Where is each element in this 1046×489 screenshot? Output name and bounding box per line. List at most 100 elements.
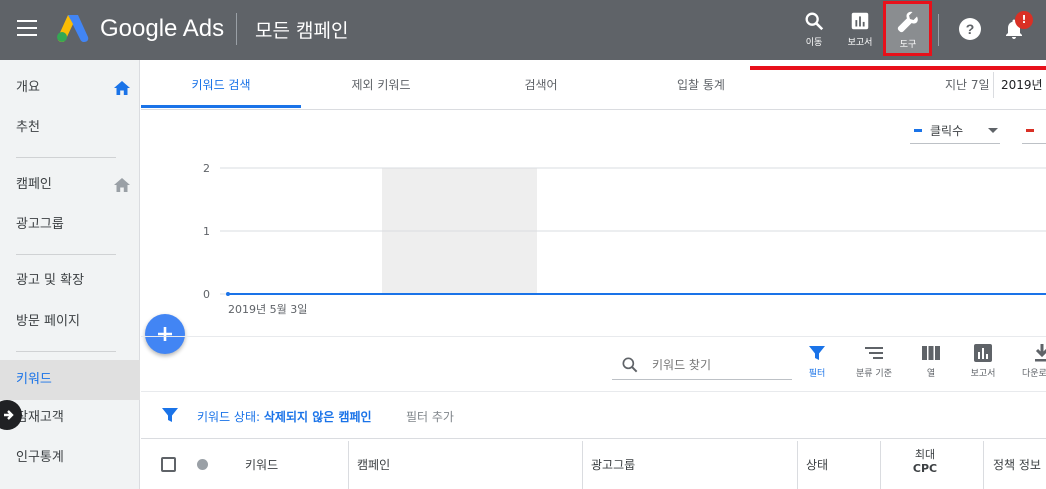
column-header-max-cpc-line2: CPC bbox=[912, 462, 938, 475]
filter-label: 필터 bbox=[808, 369, 826, 379]
column-header-max-cpc[interactable]: 최대 CPC bbox=[880, 448, 970, 476]
column-header-ad-group[interactable]: 광고그룹 bbox=[591, 441, 635, 489]
tab-auction-insights[interactable]: 입찰 통계 bbox=[621, 60, 781, 108]
sidebar-item-overview[interactable]: 개요 bbox=[0, 69, 140, 107]
chevron-right-icon bbox=[4, 410, 14, 420]
add-filter-button[interactable]: 필터 추가 bbox=[406, 408, 454, 425]
sidebar-item-label: 추천 bbox=[16, 120, 40, 135]
report-icon bbox=[974, 344, 992, 362]
tab-search-terms[interactable]: 검색어 bbox=[461, 60, 621, 108]
column-divider bbox=[348, 441, 349, 489]
home-icon bbox=[114, 81, 130, 95]
help-icon[interactable]: ? bbox=[958, 17, 982, 41]
date-divider bbox=[993, 72, 994, 98]
date-range-selector[interactable]: 2019년 bbox=[1001, 76, 1043, 93]
caret-down-icon bbox=[988, 128, 998, 133]
sidebar-item-label: 광고그룹 bbox=[16, 217, 64, 232]
column-header-max-cpc-line1: 최대 bbox=[914, 448, 936, 461]
y-tick-label: 2 bbox=[203, 162, 210, 175]
filter-prefix: 키워드 상태: bbox=[197, 410, 264, 424]
sidebar-item-label: 방문 페이지 bbox=[16, 314, 80, 329]
sidebar-item-keywords[interactable]: 키워드 bbox=[0, 360, 140, 400]
select-all-checkbox[interactable] bbox=[161, 457, 176, 472]
active-filter-chip[interactable]: 키워드 상태: 삭제되지 않은 캠페인 bbox=[197, 408, 372, 425]
column-divider bbox=[983, 441, 984, 489]
filter-icon bbox=[162, 408, 178, 422]
download-button[interactable]: 다운로 bbox=[1014, 344, 1046, 388]
sidebar-item-label: 광고 및 확장 bbox=[16, 273, 85, 288]
tab-keyword-search[interactable]: 키워드 검색 bbox=[141, 60, 301, 108]
sidebar-item-ad-groups[interactable]: 광고그룹 bbox=[0, 206, 140, 244]
reports-button[interactable]: 보고서 bbox=[838, 8, 882, 54]
series-color-swatch bbox=[1026, 129, 1034, 132]
columns-label: 열 bbox=[926, 369, 936, 379]
keyword-search-input[interactable] bbox=[652, 354, 782, 376]
sidebar-divider bbox=[16, 157, 116, 158]
date-range-label: 지난 7일 bbox=[945, 78, 990, 92]
column-divider bbox=[582, 441, 583, 489]
column-header-keyword[interactable]: 키워드 bbox=[245, 441, 278, 489]
bar-chart-icon bbox=[851, 12, 869, 30]
download-icon bbox=[1035, 344, 1046, 362]
tools-button[interactable]: 도구 bbox=[886, 8, 930, 54]
download-label: 다운로 bbox=[1022, 369, 1046, 379]
sidebar-item-label: 캠페인 bbox=[16, 177, 52, 192]
column-header-policy[interactable]: 정책 정보 bbox=[993, 441, 1041, 489]
sidebar-divider bbox=[16, 351, 116, 352]
home-icon bbox=[114, 178, 130, 192]
columns-button[interactable]: 열 bbox=[906, 344, 956, 388]
top-app-bar: Google Ads 모든 캠페인 이동 보고서 도구 ? ! bbox=[0, 0, 1046, 60]
wrench-icon bbox=[897, 11, 918, 33]
sidebar-item-landing-pages[interactable]: 방문 페이지 bbox=[0, 303, 140, 341]
go-to-button[interactable]: 이동 bbox=[792, 8, 836, 54]
y-tick-label: 0 bbox=[203, 288, 210, 301]
notification-badge: ! bbox=[1015, 11, 1033, 29]
x-tick-label: 2019년 5월 3일 bbox=[228, 302, 307, 316]
google-ads-logo bbox=[57, 15, 89, 42]
tools-label: 도구 bbox=[899, 40, 917, 50]
keyword-tabs: 키워드 검색 제외 키워드 검색어 입찰 통계 bbox=[141, 60, 1046, 110]
sidebar-item-label: 잠재고객 bbox=[16, 410, 64, 425]
performance-chart: 0 1 2 2019년 5월 3일 bbox=[141, 111, 1046, 335]
tab-negative-keywords[interactable]: 제외 키워드 bbox=[301, 60, 461, 108]
metric-selector-1[interactable]: 클릭수 bbox=[910, 120, 1000, 144]
status-dot-icon bbox=[197, 459, 208, 470]
reports-label: 보고서 bbox=[847, 38, 873, 48]
column-header-campaign[interactable]: 캠페인 bbox=[357, 441, 390, 489]
sidebar: 개요 추천 캠페인 광고그룹 광고 및 확장 방문 페이지 키워드 잠재고객 인… bbox=[0, 60, 140, 489]
search-icon bbox=[805, 12, 824, 31]
segment-label: 분류 기준 bbox=[856, 369, 892, 379]
series-color-swatch bbox=[914, 129, 922, 132]
y-tick-label: 1 bbox=[203, 225, 210, 238]
sidebar-item-label: 키워드 bbox=[16, 372, 52, 387]
metric-label: 클릭수 bbox=[930, 124, 964, 138]
filter-value: 삭제되지 않은 캠페인 bbox=[263, 410, 372, 424]
filter-button[interactable]: 필터 bbox=[792, 344, 842, 388]
segment-icon bbox=[865, 347, 883, 359]
keyword-search-box[interactable] bbox=[612, 350, 792, 380]
filter-icon bbox=[809, 346, 825, 360]
sidebar-item-campaigns[interactable]: 캠페인 bbox=[0, 166, 140, 204]
data-point bbox=[226, 292, 230, 296]
header-divider bbox=[236, 13, 237, 45]
columns-icon bbox=[922, 346, 940, 360]
sidebar-item-demographics[interactable]: 인구통계 bbox=[0, 439, 140, 477]
svg-text:?: ? bbox=[966, 21, 975, 37]
search-icon bbox=[622, 357, 638, 373]
chart-canvas: 0 1 2 2019년 5월 3일 bbox=[203, 162, 1046, 316]
report-label: 보고서 bbox=[970, 369, 996, 379]
sidebar-item-label: 인구통계 bbox=[16, 450, 64, 465]
sidebar-item-recommendations[interactable]: 추천 bbox=[0, 109, 140, 147]
column-divider bbox=[797, 441, 798, 489]
sidebar-divider bbox=[16, 254, 116, 255]
hamburger-menu-icon[interactable] bbox=[17, 20, 37, 36]
segment-button[interactable]: 분류 기준 bbox=[849, 344, 899, 388]
go-to-label: 이동 bbox=[805, 38, 823, 48]
sidebar-item-ads-extensions[interactable]: 광고 및 확장 bbox=[0, 262, 140, 300]
brand-name: Google Ads bbox=[100, 15, 225, 42]
metric-selector-2[interactable] bbox=[1022, 120, 1046, 144]
sidebar-item-label: 개요 bbox=[16, 80, 40, 95]
header-divider-2 bbox=[938, 14, 939, 46]
report-button[interactable]: 보고서 bbox=[958, 344, 1008, 388]
column-header-status[interactable]: 상태 bbox=[806, 441, 828, 489]
